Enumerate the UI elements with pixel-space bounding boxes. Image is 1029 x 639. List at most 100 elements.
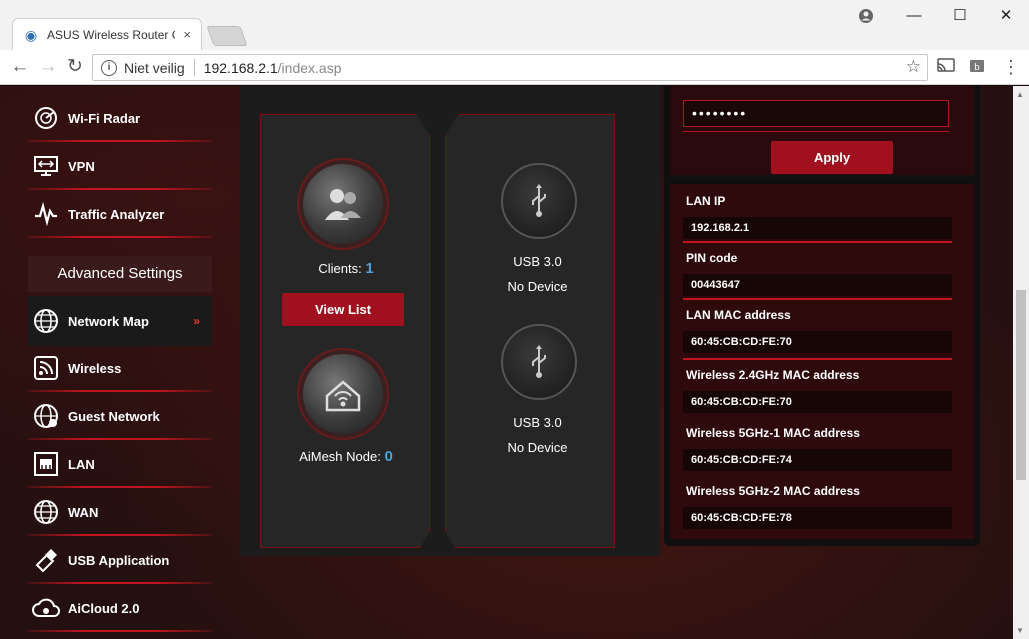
- usb-port-2-status: No Device: [507, 440, 568, 455]
- aimesh-count[interactable]: 0: [384, 448, 392, 465]
- usb-application-icon: [32, 546, 60, 574]
- url-path: /index.asp: [277, 59, 342, 76]
- field-underline: [683, 241, 952, 243]
- reload-icon[interactable]: ↻: [63, 56, 87, 78]
- sidebar-item-wifi-radar[interactable]: Wi-Fi Radar: [28, 96, 212, 140]
- security-label: Niet veilig: [124, 59, 185, 76]
- wireless-24ghz-mac-label: Wireless 2.4GHz MAC address: [686, 368, 860, 382]
- sidebar-item-lan[interactable]: LAN: [28, 442, 212, 486]
- sidebar-item-aicloud[interactable]: AiCloud 2.0: [28, 586, 212, 630]
- vpn-icon: [32, 152, 60, 180]
- tab-close-icon[interactable]: ×: [183, 27, 191, 42]
- usb-port-2-button[interactable]: [501, 324, 577, 400]
- active-arrow-icon: »: [193, 314, 200, 328]
- router-favicon-icon: ◉: [24, 26, 38, 43]
- sidebar-item-label: Wireless: [68, 360, 122, 376]
- sidebar-item-label: Guest Network: [68, 408, 160, 424]
- apply-button[interactable]: Apply: [771, 141, 893, 174]
- lan-ip-value: 192.168.2.1: [683, 217, 952, 239]
- menu-divider: [28, 534, 212, 536]
- profile-icon[interactable]: [858, 8, 874, 24]
- wireless-5ghz2-mac-value: 60:45:CB:CD:FE:78: [683, 507, 952, 529]
- sidebar-item-label: VPN: [68, 158, 95, 174]
- sidebar-item-label: USB Application: [68, 552, 170, 568]
- scroll-up-icon[interactable]: ▲: [1016, 90, 1024, 99]
- wireless-icon: [32, 354, 60, 382]
- lan-mac-label: LAN MAC address: [686, 308, 791, 322]
- lan-icon: [32, 450, 60, 478]
- address-bar[interactable]: i Niet veilig 192.168.2.1 /index.asp ☆: [92, 54, 928, 81]
- usb-port-1-status: No Device: [507, 279, 568, 294]
- sidebar-item-guest-network[interactable]: Guest Network: [28, 394, 212, 438]
- svg-text:b: b: [974, 63, 980, 73]
- address-separator: [193, 59, 195, 76]
- sidebar-item-usb-application[interactable]: USB Application: [28, 538, 212, 582]
- menu-divider: [28, 140, 212, 142]
- clients-text: Clients: 1: [262, 260, 430, 277]
- menu-divider: [28, 630, 212, 632]
- wireless-5ghz1-mac-value: 60:45:CB:CD:FE:74: [683, 449, 952, 471]
- sidebar-item-label: AiCloud 2.0: [68, 600, 140, 616]
- clients-count[interactable]: 1: [365, 260, 373, 277]
- field-underline: [683, 298, 952, 300]
- aicloud-icon: [32, 594, 60, 622]
- scroll-down-icon[interactable]: ▼: [1016, 626, 1024, 635]
- wan-icon: [32, 498, 60, 526]
- usb-port-1-button[interactable]: [501, 163, 577, 239]
- sidebar-item-network-map[interactable]: Network Map »: [28, 296, 212, 346]
- translate-icon[interactable]: b: [969, 58, 985, 74]
- lan-ip-label: LAN IP: [686, 194, 726, 208]
- close-window-button[interactable]: ✕: [983, 4, 1029, 28]
- browser-toolbar: ← → ↻ i Niet veilig 192.168.2.1 /index.a…: [0, 50, 1029, 85]
- url-host: 192.168.2.1: [203, 59, 278, 76]
- traffic-analyzer-icon: [32, 200, 60, 228]
- lan-mac-value: 60:45:CB:CD:FE:70: [683, 331, 952, 353]
- pin-code-value: 00443647: [683, 274, 952, 296]
- minimize-button[interactable]: —: [891, 4, 937, 28]
- sidebar-item-traffic-analyzer[interactable]: Traffic Analyzer: [28, 192, 212, 236]
- usb-icon: [532, 345, 546, 378]
- wpa-key-input[interactable]: ••••••••: [683, 100, 949, 127]
- sidebar-item-label: WAN: [68, 504, 99, 520]
- advanced-settings-header: Advanced Settings: [28, 256, 212, 292]
- guest-network-icon: [32, 402, 60, 430]
- wireless-5ghz2-mac-label: Wireless 5GHz-2 MAC address: [686, 484, 860, 498]
- sidebar-item-label: Traffic Analyzer: [68, 206, 165, 222]
- browser-tab[interactable]: ◉ ASUS Wireless Router GT-AC5300 ×: [12, 18, 202, 50]
- menu-divider: [28, 236, 212, 238]
- usb-port-1-name: USB 3.0: [513, 254, 562, 269]
- wifi-radar-icon: [32, 104, 60, 132]
- tab-title: ASUS Wireless Router GT-AC5300: [47, 27, 175, 42]
- maximize-button[interactable]: ☐: [937, 4, 983, 28]
- view-list-button[interactable]: View List: [282, 293, 404, 326]
- globe-icon: [32, 307, 60, 335]
- pin-code-label: PIN code: [686, 251, 738, 265]
- menu-divider: [28, 390, 212, 392]
- aimesh-button[interactable]: [303, 354, 383, 434]
- wireless-24ghz-mac-value: 60:45:CB:CD:FE:70: [683, 391, 952, 413]
- clients-button[interactable]: [303, 164, 383, 244]
- menu-divider: [28, 486, 212, 488]
- forward-icon[interactable]: →: [36, 56, 60, 78]
- clients-icon: [325, 189, 361, 220]
- aimesh-label: AiMesh Node:: [299, 449, 381, 464]
- menu-kebab-icon[interactable]: ⋮: [999, 56, 1023, 78]
- back-icon[interactable]: ←: [8, 56, 32, 78]
- sidebar-item-wan[interactable]: WAN: [28, 490, 212, 534]
- menu-divider: [28, 582, 212, 584]
- router-page: Wi-Fi Radar VPN Traffic Analyzer Advance…: [0, 86, 1013, 639]
- sidebar-item-vpn[interactable]: VPN: [28, 144, 212, 188]
- bookmark-star-icon[interactable]: ☆: [906, 57, 921, 77]
- scrollbar-thumb[interactable]: [1016, 290, 1026, 480]
- menu-divider: [28, 188, 212, 190]
- info-icon[interactable]: i: [101, 59, 117, 76]
- new-tab-button[interactable]: [206, 26, 248, 46]
- menu-divider: [28, 438, 212, 440]
- browser-titlebar: ◉ ASUS Wireless Router GT-AC5300 × — ☐ ✕: [0, 0, 1029, 50]
- cast-icon[interactable]: [937, 58, 955, 74]
- sidebar-item-label: Network Map: [68, 313, 149, 329]
- aimesh-text: AiMesh Node: 0: [262, 448, 430, 465]
- key-underline: [683, 131, 949, 132]
- usb-port-2-name: USB 3.0: [513, 415, 562, 430]
- sidebar-item-wireless[interactable]: Wireless: [28, 346, 212, 390]
